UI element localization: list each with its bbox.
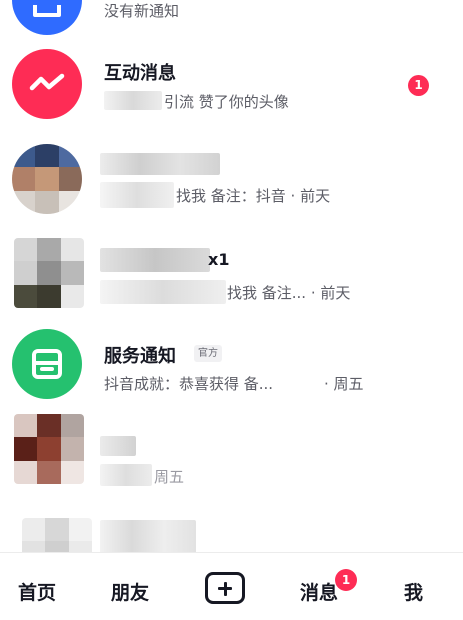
conversation-row[interactable] (0, 500, 463, 552)
zigzag-message-icon (12, 49, 82, 119)
tab-me[interactable]: 我 (404, 578, 423, 605)
avatar (14, 414, 84, 484)
interaction-messages-row[interactable]: 互动消息 引流 赞了你的头像 1 (0, 40, 463, 128)
blurred-title (100, 153, 220, 175)
avatar (22, 518, 92, 552)
tab-messages[interactable]: 消息 (300, 578, 338, 605)
service-notifications-title: 服务通知 (104, 346, 176, 367)
bottom-tab-bar: 首页 朋友 消息 1 我 (0, 552, 463, 620)
avatar (14, 238, 84, 308)
blurred-title (100, 248, 210, 272)
messages-unread-badge: 1 (335, 569, 357, 591)
blurred-title (100, 520, 196, 552)
conversation-subtitle: 周五 (154, 468, 185, 486)
official-tag: 官方 (194, 345, 222, 362)
conversation-row[interactable]: 周五 (0, 414, 463, 502)
conversation-row[interactable]: x1 找我 备注... · 前天 (0, 236, 463, 324)
plus-icon[interactable] (205, 572, 245, 604)
service-notifications-subtitle: 抖音成就：恭喜获得 备... (104, 375, 274, 393)
notifications-subtitle: 没有新通知 (104, 2, 180, 20)
conversation-row[interactable]: 找我 备注：抖音 · 前天 (0, 138, 463, 226)
notifications-row[interactable]: 没有新通知 (0, 0, 463, 44)
interaction-messages-title: 互动消息 (104, 63, 176, 84)
conversation-subtitle: 找我 备注... · 前天 (227, 284, 351, 302)
blurred-text (100, 464, 152, 486)
blurred-text (100, 280, 226, 304)
service-notifications-row[interactable]: 服务通知 官方 抖音成就：恭喜获得 备... · 周五 (0, 318, 463, 406)
avatar (12, 144, 82, 214)
unread-badge: 1 (408, 75, 429, 96)
service-notifications-time: · 周五 (324, 375, 364, 393)
tab-friends[interactable]: 朋友 (111, 578, 149, 605)
blurred-title (100, 436, 136, 456)
message-list: 没有新通知 互动消息 引流 赞了你的头像 1 找我 备注：抖音 · 前天 x1 … (0, 0, 463, 552)
bell-icon (12, 0, 82, 35)
tab-home[interactable]: 首页 (18, 578, 56, 605)
interaction-messages-subtitle: 引流 赞了你的头像 (164, 93, 289, 111)
blurred-username (104, 91, 162, 110)
blurred-text (100, 182, 174, 208)
inbox-icon (12, 329, 82, 399)
conversation-subtitle: 找我 备注：抖音 · 前天 (176, 187, 331, 205)
conversation-title-visible: x1 (208, 250, 230, 269)
